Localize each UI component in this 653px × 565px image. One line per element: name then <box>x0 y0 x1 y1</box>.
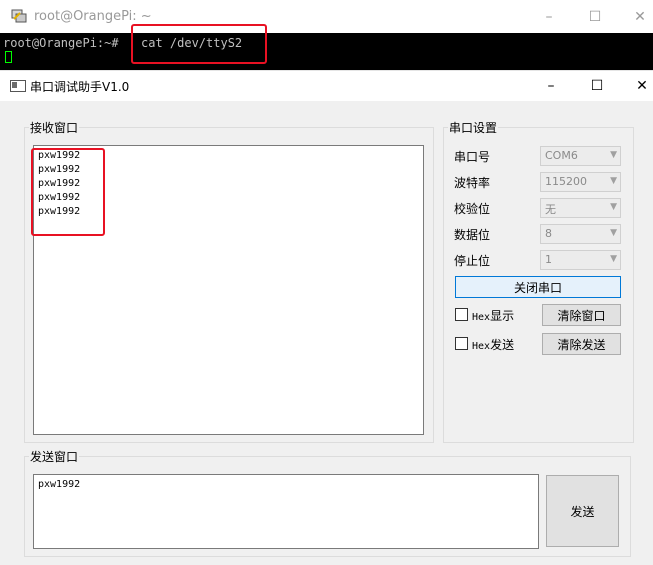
baud-select[interactable]: 115200 ▼ <box>540 172 621 192</box>
close-icon: ✕ <box>634 8 646 25</box>
send-button[interactable]: 发送 <box>546 475 619 547</box>
parity-value: 无 <box>545 203 556 216</box>
terminal-title: root@OrangePi: ~ <box>34 9 152 24</box>
close-port-button[interactable]: 关闭串口 <box>455 276 621 298</box>
hex-display-prefix: Hex <box>472 312 491 323</box>
dialog-title: 串口调试助手V1.0 <box>30 80 130 94</box>
chevron-down-icon: ▼ <box>610 254 617 264</box>
maximize-icon: ☐ <box>588 8 602 25</box>
hex-send-label: Hex发送 <box>472 336 514 353</box>
parity-label: 校验位 <box>454 202 491 216</box>
minimize-icon: – <box>545 8 553 25</box>
clear-send-button[interactable]: 清除发送 <box>542 333 621 355</box>
chevron-down-icon: ▼ <box>610 176 617 186</box>
databits-select[interactable]: 8 ▼ <box>540 224 621 244</box>
send-group-label: 发送窗口 <box>29 448 80 465</box>
close-icon: ✕ <box>636 78 648 94</box>
hex-display-text: 显示 <box>490 309 515 323</box>
port-label: 串口号 <box>454 150 491 164</box>
hex-send-checkbox[interactable] <box>455 337 468 350</box>
hex-send-prefix: Hex <box>472 341 491 352</box>
close-button[interactable]: ✕ <box>617 0 653 33</box>
chevron-down-icon: ▼ <box>610 150 617 160</box>
stopbits-value: 1 <box>545 253 552 266</box>
minimize-button[interactable]: – <box>526 0 572 33</box>
chevron-down-icon: ▼ <box>610 228 617 238</box>
stopbits-label: 停止位 <box>454 254 491 268</box>
hex-send-text: 发送 <box>490 338 515 352</box>
serial-assistant-window: 串口调试助手V1.0 – ☐ ✕ 接收窗口 pxw1992 pxw1992 px… <box>0 70 653 565</box>
clear-window-button[interactable]: 清除窗口 <box>542 304 621 326</box>
baud-value: 115200 <box>545 175 587 188</box>
app-icon <box>10 80 26 92</box>
databits-label: 数据位 <box>454 228 491 242</box>
port-value: COM6 <box>545 149 578 162</box>
baud-label: 波特率 <box>454 176 491 190</box>
command-highlight-box <box>131 24 267 64</box>
dialog-maximize-button[interactable]: ☐ <box>574 71 620 101</box>
parity-select[interactable]: 无 ▼ <box>540 198 621 218</box>
terminal-console[interactable]: root@OrangePi:~# cat /dev/ttyS2 <box>0 33 653 70</box>
terminal-prompt: root@OrangePi:~# <box>3 36 119 50</box>
stopbits-select[interactable]: 1 ▼ <box>540 250 621 270</box>
maximize-icon: ☐ <box>590 78 604 94</box>
putty-icon <box>11 9 27 23</box>
dialog-minimize-button[interactable]: – <box>528 71 574 101</box>
send-content: pxw1992 <box>38 479 81 490</box>
chevron-down-icon: ▼ <box>610 202 617 212</box>
dialog-close-button[interactable]: ✕ <box>619 71 653 101</box>
receive-group-label: 接收窗口 <box>29 119 80 136</box>
port-select[interactable]: COM6 ▼ <box>540 146 621 166</box>
minimize-icon: – <box>547 78 555 94</box>
send-textbox[interactable]: pxw1992 <box>33 474 539 549</box>
maximize-button[interactable]: ☐ <box>572 0 618 33</box>
receive-highlight-box <box>31 148 105 236</box>
databits-value: 8 <box>545 227 552 240</box>
hex-display-label: Hex显示 <box>472 307 514 324</box>
terminal-window: root@OrangePi: ~ – ☐ ✕ root@OrangePi:~# … <box>0 0 653 70</box>
hex-display-checkbox[interactable] <box>455 308 468 321</box>
terminal-cursor <box>5 51 12 63</box>
terminal-titlebar[interactable]: root@OrangePi: ~ – ☐ ✕ <box>0 0 653 33</box>
dialog-titlebar[interactable]: 串口调试助手V1.0 – ☐ ✕ <box>0 71 653 101</box>
settings-group-label: 串口设置 <box>448 119 499 136</box>
